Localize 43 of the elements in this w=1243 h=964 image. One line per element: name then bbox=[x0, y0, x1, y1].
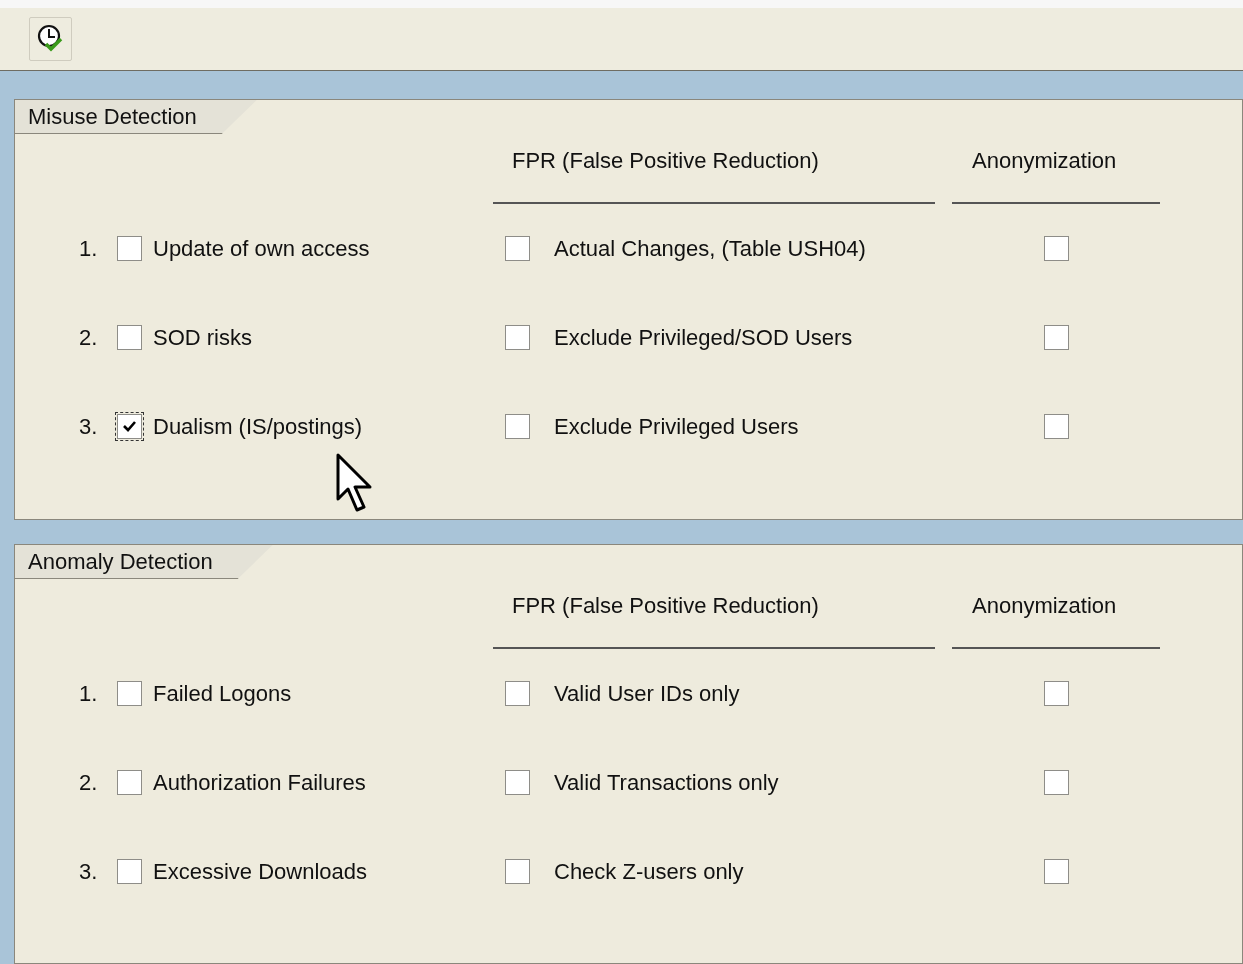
option-label: Exclude Privileged/SOD Users bbox=[554, 324, 853, 351]
item-number: 3. bbox=[79, 413, 99, 440]
option-label: Authorization Failures bbox=[153, 769, 366, 796]
checkbox[interactable] bbox=[117, 236, 142, 261]
item-number: 1. bbox=[79, 235, 99, 262]
column-header: Anonymization bbox=[952, 148, 1160, 204]
checkbox[interactable] bbox=[1043, 859, 1069, 884]
option-label: Actual Changes, (Table USH04) bbox=[554, 235, 866, 262]
checkbox[interactable] bbox=[117, 414, 142, 439]
checkbox[interactable] bbox=[505, 236, 530, 261]
item-number: 2. bbox=[79, 769, 99, 796]
checkbox[interactable] bbox=[1043, 236, 1069, 261]
option-label: SOD risks bbox=[153, 324, 252, 351]
checkbox[interactable] bbox=[505, 325, 530, 350]
item-number: 3. bbox=[79, 858, 99, 885]
checkbox[interactable] bbox=[117, 325, 142, 350]
checkbox[interactable] bbox=[505, 414, 530, 439]
checkbox[interactable] bbox=[1043, 770, 1069, 795]
checkbox[interactable] bbox=[117, 859, 142, 884]
item-number: 2. bbox=[79, 324, 99, 351]
option-label: Dualism (IS/postings) bbox=[153, 413, 363, 440]
option-label: Valid Transactions only bbox=[554, 769, 779, 796]
checkbox[interactable] bbox=[1043, 414, 1069, 439]
section-title: Misuse Detection bbox=[15, 100, 257, 134]
column-header: FPR (False Positive Reduction) bbox=[493, 148, 935, 204]
item-number: 1. bbox=[79, 680, 99, 707]
checkbox[interactable] bbox=[505, 681, 530, 706]
option-label: Excessive Downloads bbox=[153, 858, 367, 885]
column-header: Anonymization bbox=[952, 593, 1160, 649]
checkbox[interactable] bbox=[505, 770, 530, 795]
option-label: Check Z-users only bbox=[554, 858, 744, 885]
option-label: Update of own access bbox=[153, 235, 370, 262]
checkbox[interactable] bbox=[1043, 681, 1069, 706]
column-header: FPR (False Positive Reduction) bbox=[493, 593, 935, 649]
checkbox[interactable] bbox=[505, 859, 530, 884]
section-title: Anomaly Detection bbox=[15, 545, 273, 579]
option-label: Valid User IDs only bbox=[554, 680, 740, 707]
option-label: Failed Logons bbox=[153, 680, 292, 707]
checkbox[interactable] bbox=[117, 770, 142, 795]
checkbox[interactable] bbox=[1043, 325, 1069, 350]
option-label: Exclude Privileged Users bbox=[554, 413, 799, 440]
checkbox[interactable] bbox=[117, 681, 142, 706]
execute-button[interactable] bbox=[29, 17, 72, 61]
